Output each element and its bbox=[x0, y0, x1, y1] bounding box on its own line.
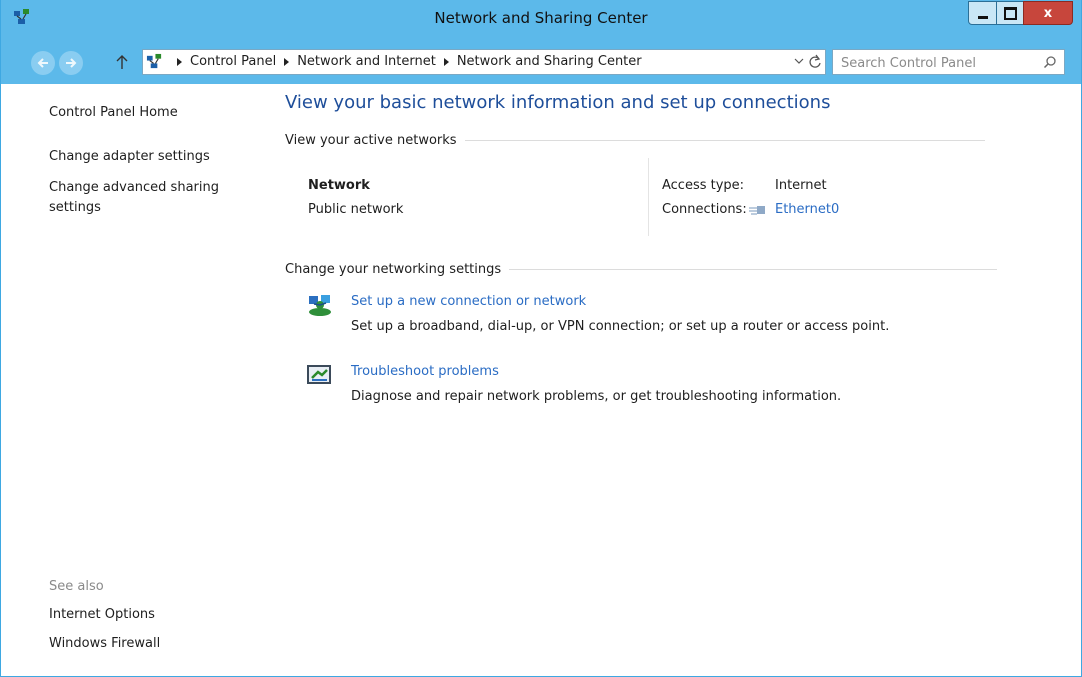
network-name: Network bbox=[308, 178, 370, 193]
access-type-label: Access type: bbox=[662, 178, 745, 193]
connections-label: Connections: bbox=[662, 202, 747, 217]
search-input[interactable] bbox=[839, 53, 1033, 73]
new-connection-icon bbox=[309, 295, 331, 316]
breadcrumb-network-and-internet[interactable]: Network and Internet bbox=[297, 54, 436, 69]
refresh-icon[interactable] bbox=[807, 53, 823, 71]
network-center-icon bbox=[146, 53, 162, 69]
chevron-right-icon[interactable] bbox=[443, 57, 449, 66]
change-settings-section: Change your networking settings bbox=[285, 262, 998, 277]
chevron-right-icon[interactable] bbox=[177, 57, 182, 66]
title-bar[interactable]: Network and Sharing Center x bbox=[1, 0, 1081, 40]
up-arrow-icon[interactable] bbox=[114, 53, 130, 71]
forward-arrow-icon bbox=[66, 58, 77, 68]
close-button[interactable]: x bbox=[1023, 1, 1073, 25]
main-content: View your basic network information and … bbox=[256, 84, 1076, 676]
active-networks-section: View your active networks bbox=[285, 133, 985, 148]
minimize-button[interactable] bbox=[968, 1, 997, 25]
divider bbox=[648, 158, 649, 236]
search-box[interactable] bbox=[832, 49, 1065, 75]
network-category: Public network bbox=[308, 202, 404, 217]
change-adapter-settings-link[interactable]: Change adapter settings bbox=[49, 149, 210, 164]
internet-options-link[interactable]: Internet Options bbox=[49, 607, 155, 622]
ethernet-icon bbox=[749, 206, 765, 215]
see-also-heading: See also bbox=[49, 579, 104, 594]
ethernet-connection-link[interactable]: Ethernet0 bbox=[775, 202, 839, 217]
back-button[interactable] bbox=[31, 51, 55, 75]
breadcrumb-control-panel[interactable]: Control Panel bbox=[190, 54, 276, 69]
divider bbox=[509, 269, 998, 270]
forward-button[interactable] bbox=[59, 51, 83, 75]
left-pane: Control Panel Home Change adapter settin… bbox=[2, 84, 255, 676]
address-bar[interactable]: Control Panel Network and Internet Netwo… bbox=[142, 49, 826, 75]
set-up-connection-description: Set up a broadband, dial-up, or VPN conn… bbox=[351, 319, 890, 334]
set-up-connection-link[interactable]: Set up a new connection or network bbox=[351, 294, 586, 309]
page-title: View your basic network information and … bbox=[285, 92, 831, 113]
troubleshoot-problems-link[interactable]: Troubleshoot problems bbox=[351, 364, 499, 379]
close-icon: x bbox=[1043, 5, 1053, 21]
address-row: Control Panel Network and Internet Netwo… bbox=[1, 40, 1081, 84]
chevron-down-icon[interactable] bbox=[794, 56, 804, 66]
maximize-icon bbox=[1003, 6, 1017, 20]
change-advanced-sharing-link[interactable]: Change advanced sharing settings bbox=[49, 178, 229, 218]
windows-firewall-link[interactable]: Windows Firewall bbox=[49, 636, 160, 651]
maximize-button[interactable] bbox=[996, 1, 1024, 25]
chevron-right-icon[interactable] bbox=[284, 57, 290, 66]
troubleshoot-icon bbox=[307, 365, 331, 384]
control-panel-home-link[interactable]: Control Panel Home bbox=[49, 105, 178, 120]
minimize-icon bbox=[977, 15, 988, 19]
window: Network and Sharing Center x Control Pan… bbox=[0, 0, 1082, 677]
window-title: Network and Sharing Center bbox=[434, 9, 648, 27]
access-type-value: Internet bbox=[775, 178, 827, 193]
breadcrumb-network-and-sharing-center[interactable]: Network and Sharing Center bbox=[457, 54, 642, 69]
divider bbox=[464, 140, 985, 141]
breadcrumb: Control Panel Network and Internet Netwo… bbox=[169, 54, 642, 69]
search-icon[interactable] bbox=[1043, 55, 1057, 69]
back-arrow-icon bbox=[37, 58, 48, 68]
section-title: View your active networks bbox=[285, 133, 457, 148]
troubleshoot-problems-description: Diagnose and repair network problems, or… bbox=[351, 389, 842, 404]
section-title: Change your networking settings bbox=[285, 262, 502, 277]
